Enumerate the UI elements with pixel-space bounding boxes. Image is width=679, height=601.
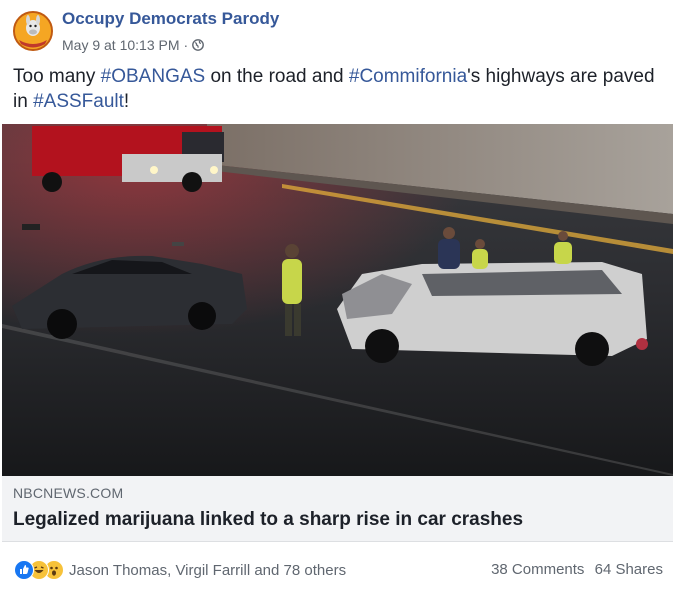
hashtag-link[interactable]: #ASSFault [33, 91, 124, 112]
post-meta: May 9 at 10:13 PM · [62, 37, 205, 53]
donkey-logo-icon [15, 13, 51, 49]
page-avatar[interactable] [13, 11, 53, 51]
facebook-post: Occupy Democrats Parody May 9 at 10:13 P… [0, 0, 679, 601]
status-text-segment: on the road and [205, 66, 349, 87]
link-preview-card[interactable]: NBCNEWS.COM Legalized marijuana linked t… [2, 476, 673, 542]
hashtag-link[interactable]: #Commifornia [349, 66, 467, 87]
status-text-segment: ! [123, 91, 130, 112]
engagement-counts: 38 Comments 64 Shares [491, 561, 663, 578]
globe-icon[interactable] [192, 39, 205, 51]
post-status-text: Too many #OBANGAS on the road and #Commi… [13, 64, 663, 114]
link-domain: NBCNEWS.COM [13, 485, 124, 501]
post-timestamp[interactable]: May 9 at 10:13 PM [62, 37, 180, 53]
comments-count[interactable]: 38 Comments [491, 561, 584, 578]
reactors-text[interactable]: Jason Thomas, Virgil Farrill and 78 othe… [69, 562, 346, 579]
shares-count[interactable]: 64 Shares [595, 561, 663, 578]
page-name-link[interactable]: Occupy Democrats Parody [62, 9, 279, 29]
hashtag-link[interactable]: #OBANGAS [101, 66, 206, 87]
car-crash-scene-image [2, 124, 673, 476]
meta-separator: · [183, 37, 189, 53]
post-photo[interactable] [2, 124, 673, 476]
link-title[interactable]: Legalized marijuana linked to a sharp ri… [13, 509, 523, 531]
reactions-summary[interactable]: Jason Thomas, Virgil Farrill and 78 othe… [14, 560, 346, 580]
like-icon [14, 560, 34, 580]
status-text-segment: Too many [13, 66, 101, 87]
